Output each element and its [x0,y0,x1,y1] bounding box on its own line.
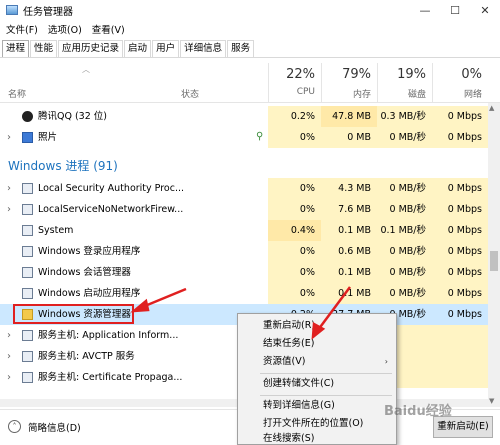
annotation-arrow-right [316,286,352,331]
watermark-logo: Baidu经验 [384,404,452,419]
annotation-arrows [130,286,352,340]
annotation-arrowhead-left [130,298,150,313]
